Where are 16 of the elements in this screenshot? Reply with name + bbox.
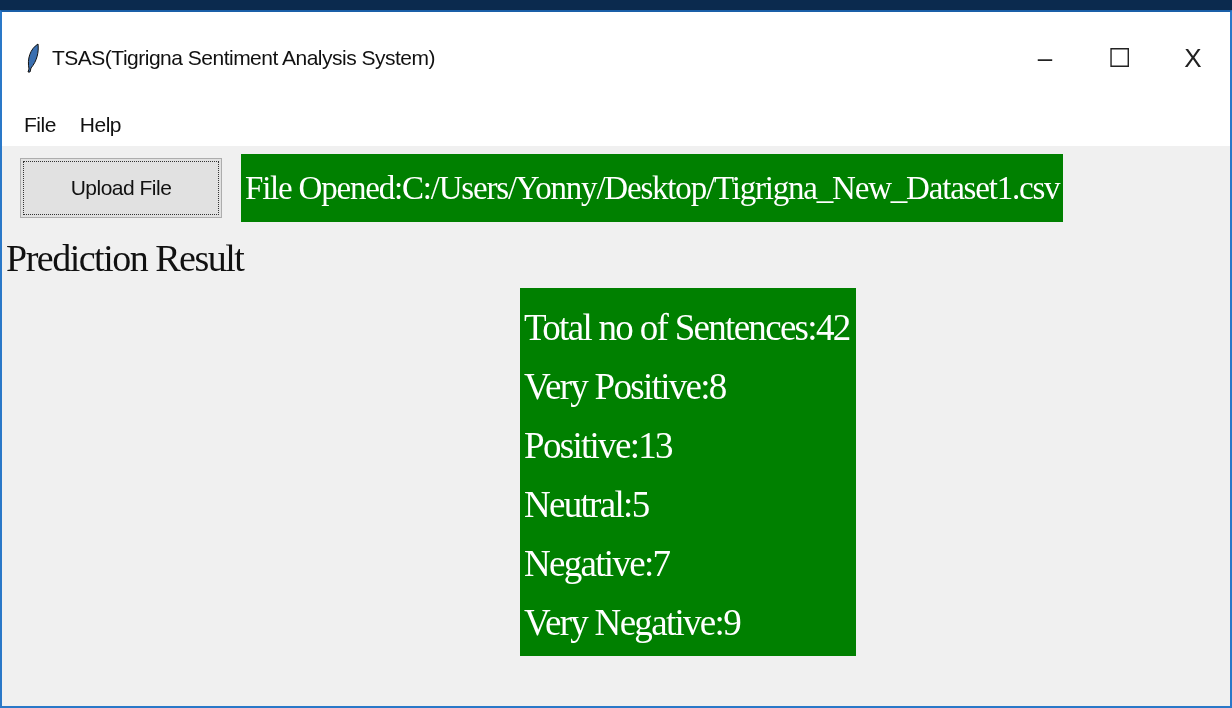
result-line: Negative:7: [524, 542, 670, 586]
result-line: Neutral:5: [524, 483, 649, 527]
file-status-label: File Opened:C:/Users/Yonny/Desktop/Tigrigna_New_Dataset1.csv: [241, 154, 1064, 222]
upload-button[interactable]: Upload File: [20, 158, 222, 218]
result-line: Very Negative:9: [524, 601, 740, 645]
window-title: TSAS(Tigrigna Sentiment Analysis System): [52, 45, 436, 72]
feather-icon: [26, 43, 40, 73]
menu-item[interactable]: File: [12, 109, 64, 141]
minimize-button[interactable]: –: [1008, 33, 1082, 83]
menu-item[interactable]: Help: [67, 109, 130, 141]
close-button[interactable]: X: [1156, 33, 1230, 83]
result-line: Very Positive:8: [524, 365, 726, 409]
result-line: Positive:13: [524, 424, 672, 468]
section-heading: Prediction Result: [6, 236, 245, 281]
maximize-button[interactable]: ☐: [1082, 33, 1156, 83]
result-line: Total no of Sentences:42: [524, 306, 850, 350]
